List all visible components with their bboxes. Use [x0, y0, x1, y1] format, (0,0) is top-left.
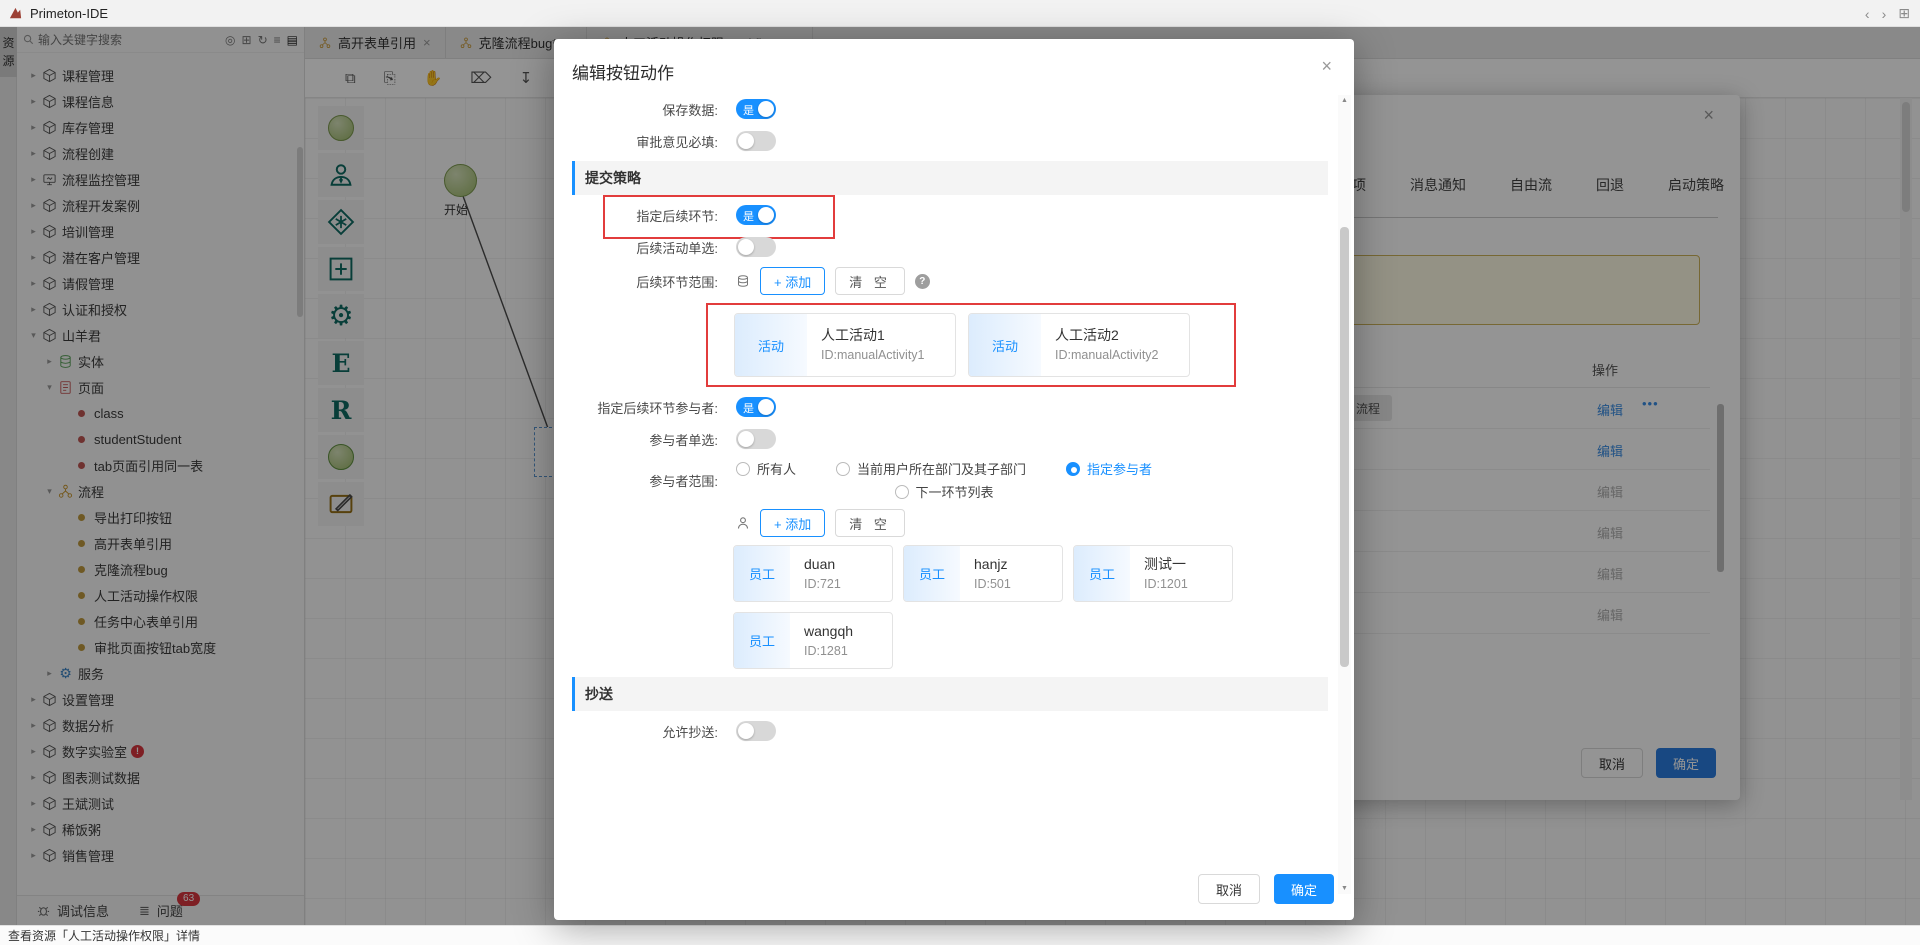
employee-card[interactable]: 员工 wangqhID:1281 [733, 612, 893, 669]
specify-participants-row: 指定后续环节参与者: 是 [568, 395, 1334, 419]
scroll-up-icon[interactable]: ▲ [1338, 97, 1351, 104]
employee-id: ID:1281 [804, 642, 853, 661]
selected-activities-group: 活动人工活动1ID:manualActivity1活动人工活动2ID:manua… [706, 303, 1236, 387]
employee-tag: 员工 [734, 546, 790, 601]
activity-tag: 活动 [969, 314, 1041, 376]
dialog-scrollbar[interactable]: ▲ ▼ [1338, 95, 1351, 894]
submit-policy-section-header: 提交策略 [572, 161, 1328, 195]
employee-card[interactable]: 员工测试一ID:1201 [1073, 545, 1233, 602]
nav-back-icon[interactable]: ‹ [1865, 6, 1870, 22]
employee-tag: 员工 [1074, 546, 1130, 601]
clear-participants-button[interactable]: 清 空 [835, 509, 905, 537]
activity-card[interactable]: 活动人工活动2ID:manualActivity2 [968, 313, 1190, 377]
person-icon [736, 516, 750, 530]
employee-name: 测试一 [1144, 554, 1188, 575]
status-text: 查看资源「人工活动操作权限」详情 [8, 927, 200, 944]
scrollbar-thumb[interactable] [1340, 227, 1349, 667]
employee-card[interactable]: 员工 hanjzID:501 [903, 545, 1063, 602]
add-participant-button[interactable]: + 添加 [760, 509, 825, 537]
radio-specified-participants[interactable]: 指定参与者 [1066, 459, 1152, 478]
activity-card[interactable]: 活动人工活动1ID:manualActivity1 [734, 313, 956, 377]
radio-next-step-list[interactable]: 下一环节列表 [895, 482, 994, 501]
app-logo-icon [8, 6, 23, 21]
next-single-select-toggle[interactable]: 是 [736, 237, 776, 257]
window-controls: ‹ › ⊞ [1865, 0, 1910, 27]
activity-id: ID:manualActivity2 [1055, 346, 1159, 365]
participant-add-row: + 添加 清 空 [568, 509, 1334, 537]
employee-id: ID:1201 [1144, 575, 1188, 594]
dialog-title: 编辑按钮动作 [572, 59, 674, 84]
save-data-toggle[interactable]: 是 [736, 99, 776, 119]
employee-name: hanjz [974, 554, 1011, 575]
window-titlebar: Primeton-IDE ‹ › ⊞ [0, 0, 1920, 27]
employee-id: ID:501 [974, 575, 1011, 594]
ok-button[interactable]: 确定 [1274, 874, 1334, 904]
approval-comment-label: 审批意见必填: [568, 132, 718, 151]
close-icon[interactable]: × [1321, 56, 1332, 77]
edit-button-action-dialog: 编辑按钮动作 × 保存数据: 是 审批意见必填: 是 提交策略 指定后续环节: … [554, 39, 1354, 920]
allow-cc-toggle[interactable]: 是 [736, 721, 776, 741]
dialog-footer: 取消 确定 [1198, 874, 1334, 904]
participant-scope-row: 参与者范围: 所有人 当前用户所在部门及其子部门 指定参与者 下一环节列表 [568, 459, 1334, 501]
specify-next-step-row: 指定后续环节: 是 [568, 203, 1334, 227]
scroll-down-icon[interactable]: ▼ [1338, 885, 1351, 892]
employee-card[interactable]: 员工 duanID:721 [733, 545, 893, 602]
specify-next-step-label: 指定后续环节: [568, 206, 718, 225]
cancel-button[interactable]: 取消 [1198, 874, 1260, 904]
next-step-scope-row: 后续环节范围: + 添加 清 空 ? [568, 267, 1334, 295]
activity-name: 人工活动1 [821, 325, 925, 346]
employee-tag: 员工 [904, 546, 960, 601]
specify-participants-label: 指定后续环节参与者: [568, 398, 718, 417]
radio-all-users[interactable]: 所有人 [736, 459, 796, 478]
database-icon [736, 274, 750, 288]
employee-id: ID:721 [804, 575, 841, 594]
next-step-scope-label: 后续环节范围: [568, 272, 718, 291]
participant-single-select-row: 参与者单选: 是 [568, 427, 1334, 451]
layout-icon[interactable]: ⊞ [1898, 5, 1910, 22]
participant-single-select-toggle[interactable]: 是 [736, 429, 776, 449]
next-single-select-label: 后续活动单选: [568, 238, 718, 257]
save-data-label: 保存数据: [568, 100, 718, 119]
primeton-ide-window: Primeton-IDE ‹ › ⊞ 资源 ◎⊞↻≡▤ ▸课程管理▸课程信息▸库… [0, 0, 1920, 945]
add-activity-button[interactable]: + 添加 [760, 267, 825, 295]
specify-next-step-toggle[interactable]: 是 [736, 205, 776, 225]
clear-activities-button[interactable]: 清 空 [835, 267, 905, 295]
activity-id: ID:manualActivity1 [821, 346, 925, 365]
save-data-row: 保存数据: 是 [568, 97, 1334, 121]
participant-scope-label: 参与者范围: [568, 471, 718, 490]
nav-forward-icon[interactable]: › [1882, 6, 1887, 22]
specify-participants-toggle[interactable]: 是 [736, 397, 776, 417]
employee-name: duan [804, 554, 841, 575]
allow-cc-row: 允许抄送: 是 [568, 719, 1334, 743]
selected-participants-group: 员工duanID:721员工hanjzID:501员工测试一ID:1201员工w… [733, 545, 1263, 669]
approval-comment-toggle[interactable]: 是 [736, 131, 776, 151]
help-icon[interactable]: ? [915, 274, 930, 289]
allow-cc-label: 允许抄送: [568, 722, 718, 741]
employee-name: wangqh [804, 621, 853, 642]
status-bar: 查看资源「人工活动操作权限」详情 [0, 925, 1920, 945]
employee-tag: 员工 [734, 613, 790, 668]
radio-current-department[interactable]: 当前用户所在部门及其子部门 [836, 459, 1026, 478]
activity-name: 人工活动2 [1055, 325, 1159, 346]
dialog-body: 保存数据: 是 审批意见必填: 是 提交策略 指定后续环节: 是 后续活动单选:… [554, 89, 1334, 858]
app-title: Primeton-IDE [30, 6, 108, 21]
approval-comment-row: 审批意见必填: 是 [568, 129, 1334, 153]
activity-tag: 活动 [735, 314, 807, 376]
cc-section-header: 抄送 [572, 677, 1328, 711]
participant-single-select-label: 参与者单选: [568, 430, 718, 449]
